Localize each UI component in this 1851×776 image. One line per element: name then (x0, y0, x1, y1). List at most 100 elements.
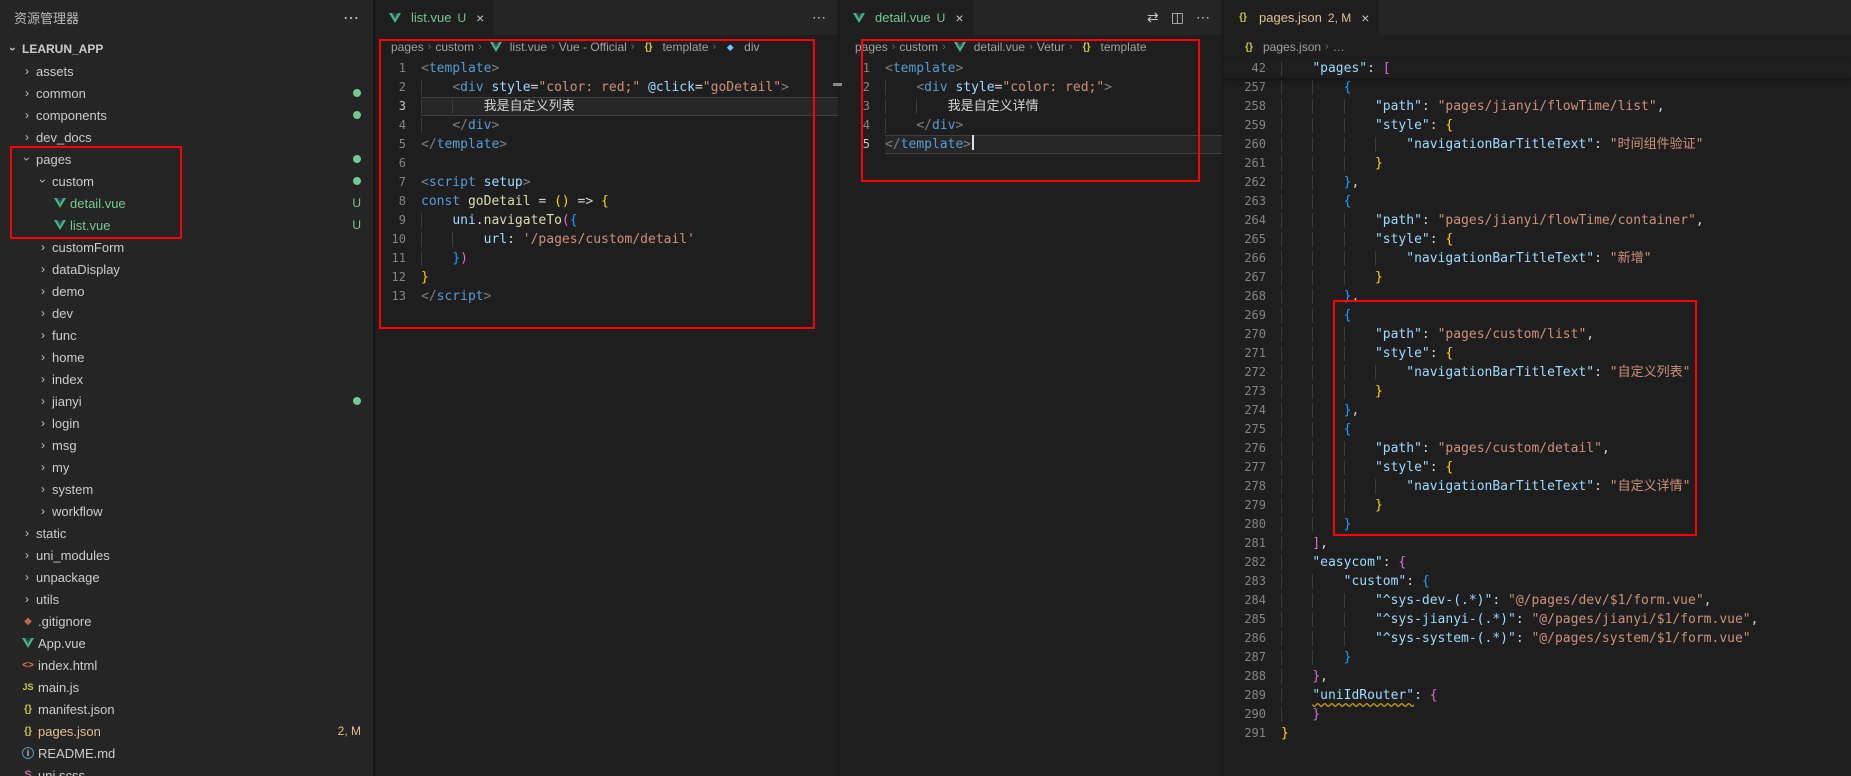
code-line[interactable]: 7<script setup> (375, 173, 838, 192)
code-line[interactable]: 281 ], (1223, 534, 1851, 553)
explorer-more-actions-icon[interactable]: ⋯ (343, 8, 359, 28)
code-line[interactable]: 259 "style": { (1223, 116, 1851, 135)
code-line[interactable]: 258 "path": "pages/jianyi/flowTime/list"… (1223, 97, 1851, 116)
tree-root-folder[interactable]: › LEARUN_APP (0, 38, 373, 60)
close-icon[interactable]: × (955, 10, 963, 26)
breadcrumb-item[interactable]: list.vue (486, 40, 547, 54)
code-line[interactable]: 261 } (1223, 154, 1851, 173)
tree-item-jianyi[interactable]: ›jianyi (0, 390, 373, 412)
code-line[interactable]: 1<template> (375, 59, 838, 78)
tab-list.vue[interactable]: list.vueU× (375, 0, 495, 35)
tree-item-demo[interactable]: ›demo (0, 280, 373, 302)
code-line[interactable]: 3 我是自定义详情 (839, 97, 1222, 116)
code-line[interactable]: 270 "path": "pages/custom/list", (1223, 325, 1851, 344)
code-line[interactable]: 4 </div> (839, 116, 1222, 135)
code-line[interactable]: 2 <div style="color: red;"> (839, 78, 1222, 97)
code-line[interactable]: 276 "path": "pages/custom/detail", (1223, 439, 1851, 458)
code-line[interactable]: 285 "^sys-jianyi-(.*)": "@/pages/jianyi/… (1223, 610, 1851, 629)
tree-item-dev[interactable]: ›dev (0, 302, 373, 324)
code-line[interactable]: 279 } (1223, 496, 1851, 515)
tree-item-utils[interactable]: ›utils (0, 588, 373, 610)
more-actions-icon[interactable]: ⋯ (1196, 9, 1210, 26)
tree-item-static[interactable]: ›static (0, 522, 373, 544)
tree-item-uni_modules[interactable]: ›uni_modules (0, 544, 373, 566)
code-line[interactable]: 287 } (1223, 648, 1851, 667)
tree-item-components[interactable]: ›components (0, 104, 373, 126)
breadcrumb-item[interactable]: ◆div (720, 40, 759, 54)
code-line[interactable]: 4 </div> (375, 116, 838, 135)
code-line[interactable]: 262 }, (1223, 173, 1851, 192)
code-line[interactable]: 5</template> (839, 135, 1222, 154)
breadcrumb-item[interactable]: Vue - Official (559, 40, 627, 54)
tree-item-pages[interactable]: ›pages (0, 148, 373, 170)
breadcrumb-item[interactable]: custom (435, 40, 474, 54)
sticky-scroll-line[interactable]: 42 "pages": [ (1223, 59, 1851, 78)
code-line[interactable]: 284 "^sys-dev-(.*)": "@/pages/dev/$1/for… (1223, 591, 1851, 610)
code-line[interactable]: 280 } (1223, 515, 1851, 534)
breadcrumb-item[interactable]: {}template (638, 40, 708, 54)
code-line[interactable]: 3 我是自定义列表 (375, 97, 838, 116)
code-line[interactable]: 275 { (1223, 420, 1851, 439)
breadcrumb-item[interactable]: {}template (1076, 40, 1146, 54)
tree-item-func[interactable]: ›func (0, 324, 373, 346)
tree-item-assets[interactable]: ›assets (0, 60, 373, 82)
breadcrumb-item[interactable]: Vetur (1037, 40, 1065, 54)
code-line[interactable]: 267 } (1223, 268, 1851, 287)
code-line[interactable]: 278 "navigationBarTitleText": "自定义详情" (1223, 477, 1851, 496)
code-line[interactable]: 257 { (1223, 78, 1851, 97)
code-line[interactable]: 269 { (1223, 306, 1851, 325)
code-line[interactable]: 266 "navigationBarTitleText": "新增" (1223, 249, 1851, 268)
code-line[interactable]: 12} (375, 268, 838, 287)
code-line[interactable]: 260 "navigationBarTitleText": "时间组件验证" (1223, 135, 1851, 154)
code-line[interactable]: 291} (1223, 724, 1851, 743)
tree-item-customform[interactable]: ›customForm (0, 236, 373, 258)
tree-item-my[interactable]: ›my (0, 456, 373, 478)
code-line[interactable]: 283 "custom": { (1223, 572, 1851, 591)
code-line[interactable]: 268 }, (1223, 287, 1851, 306)
code-line[interactable]: 282 "easycom": { (1223, 553, 1851, 572)
code-line[interactable]: 2 <div style="color: red;" @click="goDet… (375, 78, 838, 97)
code-line[interactable]: 9 uni.navigateTo({ (375, 211, 838, 230)
tree-item-detail.vue[interactable]: detail.vueU (0, 192, 373, 214)
tree-item-manifest.json[interactable]: {}manifest.json (0, 698, 373, 720)
tree-item-list.vue[interactable]: list.vueU (0, 214, 373, 236)
close-icon[interactable]: × (476, 10, 484, 26)
tree-item-msg[interactable]: ›msg (0, 434, 373, 456)
tree-item-login[interactable]: ›login (0, 412, 373, 434)
tree-item-.gitignore[interactable]: ◆.gitignore (0, 610, 373, 632)
close-icon[interactable]: × (1361, 10, 1369, 26)
breadcrumb-item[interactable]: … (1333, 40, 1345, 54)
tree-item-uni.scss[interactable]: Suni.scss (0, 764, 373, 776)
code-line[interactable]: 271 "style": { (1223, 344, 1851, 363)
tree-item-pages.json[interactable]: {}pages.json2, M (0, 720, 373, 742)
split-editor-icon[interactable]: ◫ (1171, 9, 1184, 26)
tree-item-unpackage[interactable]: ›unpackage (0, 566, 373, 588)
code-line[interactable]: 1<template> (839, 59, 1222, 78)
tree-item-readme.md[interactable]: iREADME.md (0, 742, 373, 764)
tab-detail.vue[interactable]: detail.vueU× (839, 0, 975, 35)
code-line[interactable]: 272 "navigationBarTitleText": "自定义列表" (1223, 363, 1851, 382)
breadcrumb-item[interactable]: custom (899, 40, 938, 54)
code-line[interactable]: 263 { (1223, 192, 1851, 211)
breadcrumb-item[interactable]: pages (855, 40, 888, 54)
tree-item-index[interactable]: ›index (0, 368, 373, 390)
code-line[interactable]: 6 (375, 154, 838, 173)
breadcrumb-item[interactable]: detail.vue (950, 40, 1025, 54)
code-line[interactable]: 10 url: '/pages/custom/detail' (375, 230, 838, 249)
tree-item-workflow[interactable]: ›workflow (0, 500, 373, 522)
tree-item-index.html[interactable]: <>index.html (0, 654, 373, 676)
code-line[interactable]: 265 "style": { (1223, 230, 1851, 249)
code-line[interactable]: 274 }, (1223, 401, 1851, 420)
tree-item-datadisplay[interactable]: ›dataDisplay (0, 258, 373, 280)
code-line[interactable]: 5</template> (375, 135, 838, 154)
tree-item-common[interactable]: ›common (0, 82, 373, 104)
more-actions-icon[interactable]: ⋯ (812, 9, 826, 26)
breadcrumb-item[interactable]: pages (391, 40, 424, 54)
code-line[interactable]: 277 "style": { (1223, 458, 1851, 477)
tab-pages.json[interactable]: {}pages.json2, M× (1223, 0, 1380, 35)
breadcrumb-item[interactable]: {}pages.json (1239, 40, 1321, 54)
tree-item-home[interactable]: ›home (0, 346, 373, 368)
tree-item-app.vue[interactable]: App.vue (0, 632, 373, 654)
tree-item-custom[interactable]: ›custom (0, 170, 373, 192)
tree-item-dev_docs[interactable]: ›dev_docs (0, 126, 373, 148)
